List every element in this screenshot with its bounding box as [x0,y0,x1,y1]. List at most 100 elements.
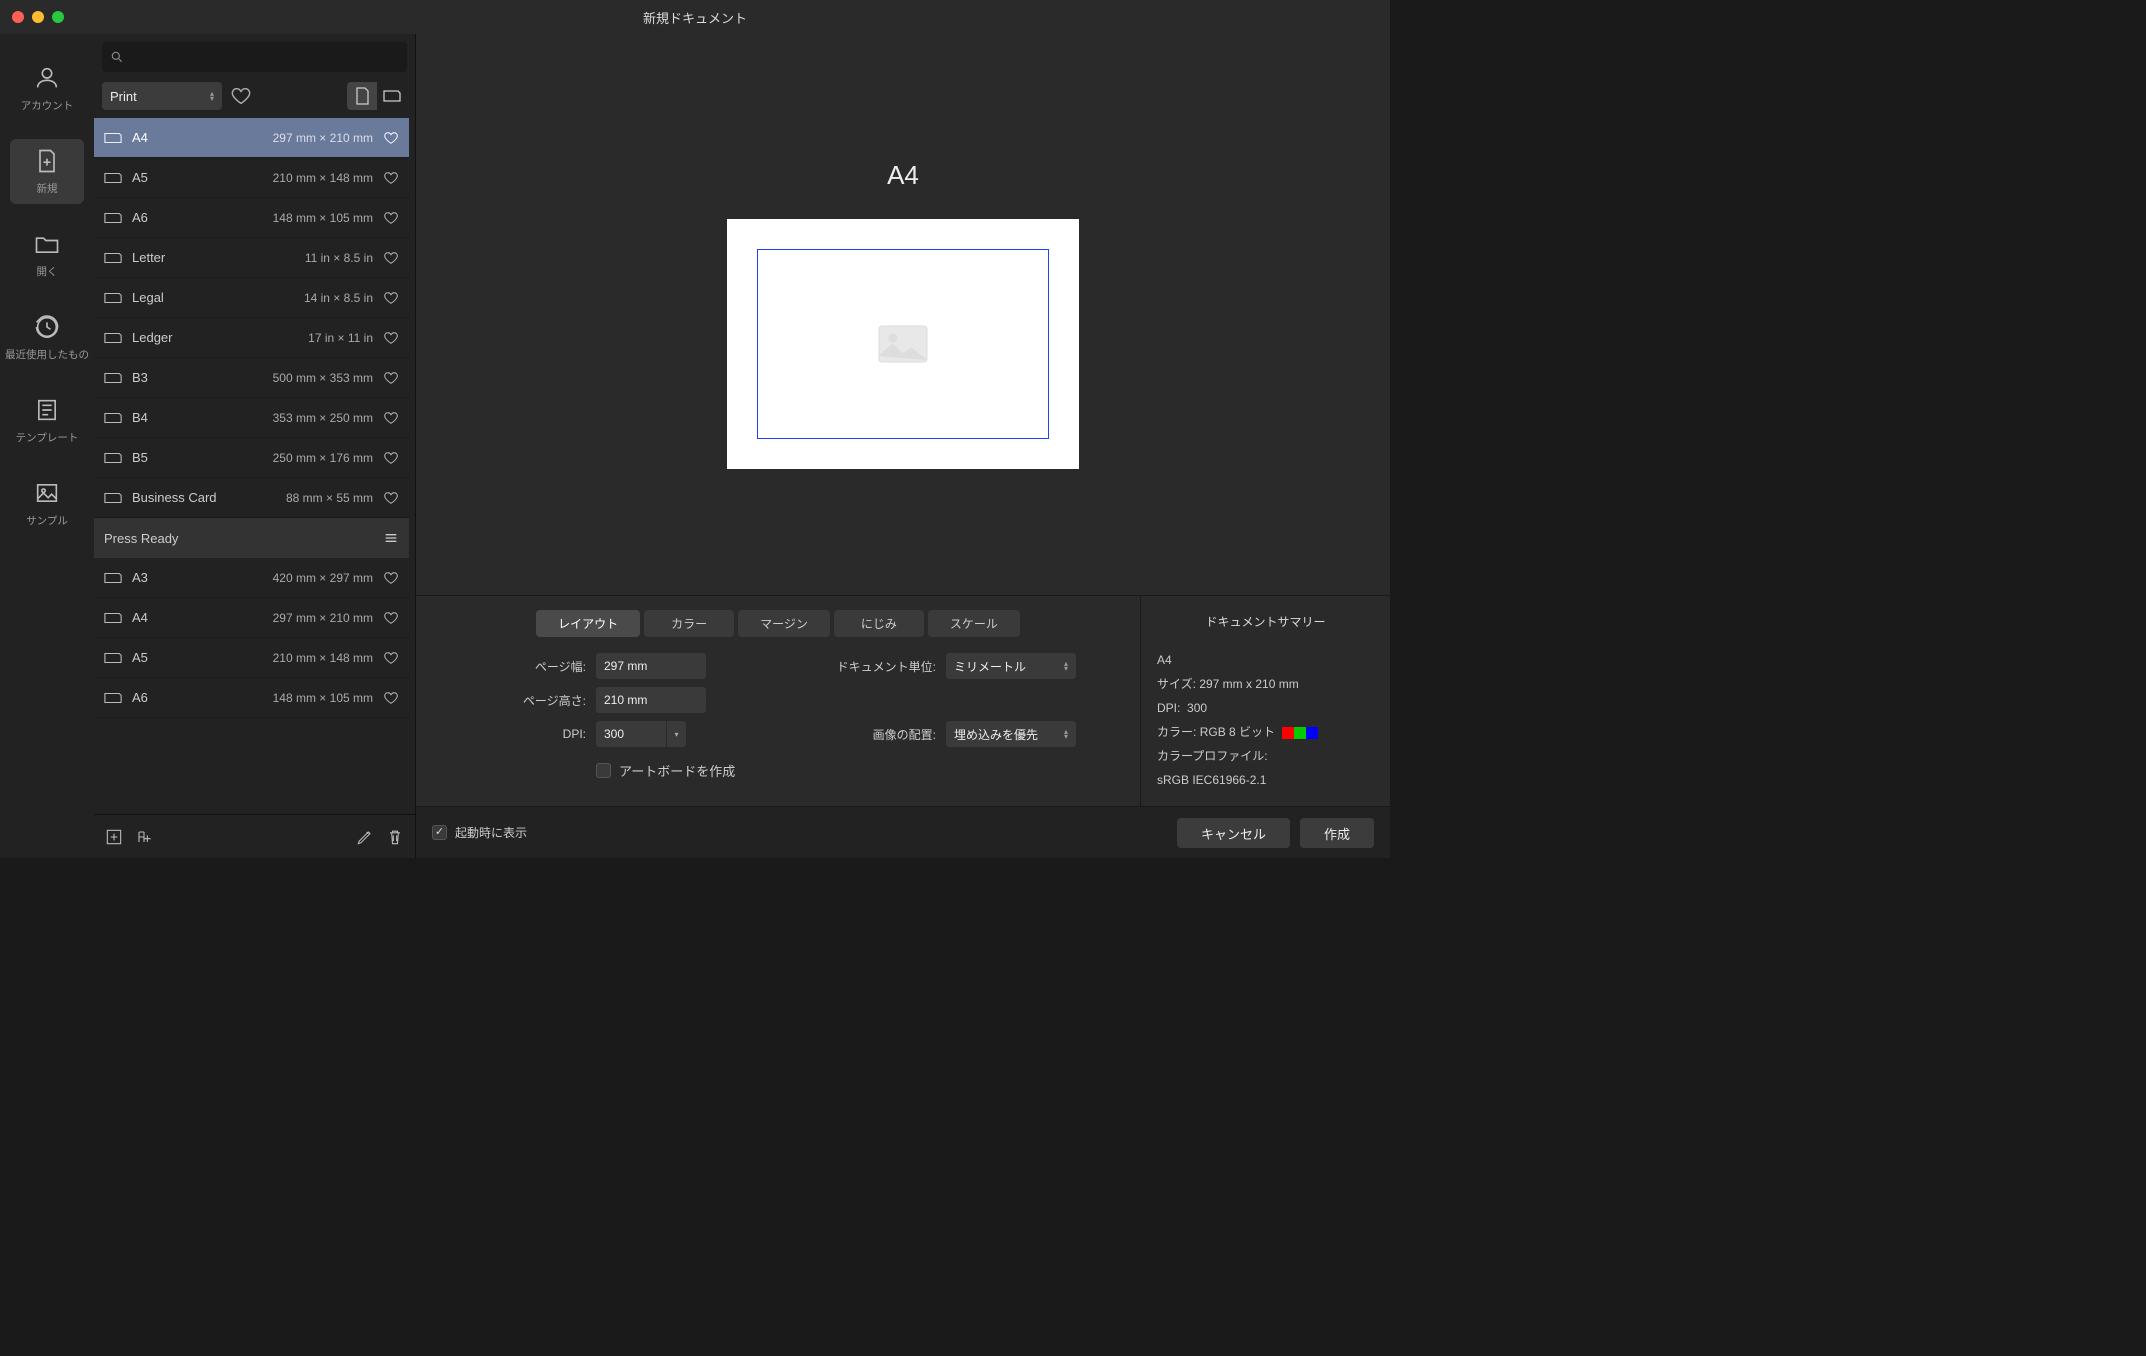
preset-dims: 17 in × 11 in [182,331,373,345]
preset-search-input[interactable] [130,50,399,64]
orientation-landscape[interactable] [377,82,407,110]
favorite-icon[interactable] [383,610,399,626]
artboard-checkbox[interactable] [596,763,611,778]
rail-sample[interactable]: サンプル [10,471,84,536]
preset-item[interactable]: B4353 mm × 250 mm [94,398,409,438]
tab-color[interactable]: カラー [644,610,734,637]
preset-name: A5 [132,170,148,185]
page-width-label: ページ幅: [436,658,586,675]
preset-list[interactable]: A4297 mm × 210 mmA5210 mm × 148 mmA6148 … [94,118,415,814]
image-placement-select[interactable]: 埋め込みを優先▴▾ [946,721,1076,747]
preset-item[interactable]: A5 210 mm × 148 mm [94,158,409,198]
favorite-icon[interactable] [383,370,399,386]
preset-item[interactable]: B5250 mm × 176 mm [94,438,409,478]
template-icon [33,396,61,424]
rail-template[interactable]: テンプレート [10,388,84,453]
cancel-button[interactable]: キャンセル [1177,818,1290,848]
portrait-icon [355,87,369,105]
dpi-input[interactable] [596,721,666,747]
summary-dpi: DPI: 300 [1157,696,1374,720]
tab-margin[interactable]: マージン [738,610,830,637]
preset-item[interactable]: A4297 mm × 210 mm [94,598,409,638]
favorite-icon[interactable] [383,410,399,426]
preset-dims: 420 mm × 297 mm [158,571,373,585]
settings-tabs: レイアウト カラー マージン にじみ スケール [436,610,1120,637]
page-preview [727,219,1079,469]
rail-account[interactable]: アカウント [10,56,84,121]
search-icon [110,50,124,64]
maximize-window[interactable] [52,11,64,23]
page-width-input[interactable] [596,653,706,679]
summary-heading: ドキュメントサマリー [1157,610,1374,634]
preset-name: B3 [132,370,148,385]
preset-dims: 210 mm × 148 mm [158,651,373,665]
tab-bleed[interactable]: にじみ [834,610,924,637]
preset-item[interactable]: Ledger17 in × 11 in [94,318,409,358]
favorite-icon[interactable] [383,490,399,506]
sidebar-rail: アカウント 新規 開く 最近使用したもの テンプレート サンプル [0,34,94,858]
landscape-icon [383,89,401,103]
preset-name: B5 [132,450,148,465]
add-category-icon[interactable] [134,827,154,847]
tab-layout[interactable]: レイアウト [536,610,640,637]
show-on-startup-checkbox[interactable] [432,825,447,840]
favorite-icon[interactable] [383,570,399,586]
favorite-icon[interactable] [383,330,399,346]
preset-item[interactable]: A6148 mm × 105 mm [94,678,409,718]
preset-item[interactable]: Letter11 in × 8.5 in [94,238,409,278]
preset-item[interactable]: Legal14 in × 8.5 in [94,278,409,318]
preset-dims: 11 in × 8.5 in [175,251,373,265]
section-press-ready[interactable]: Press Ready [94,518,409,558]
delete-icon[interactable] [385,827,405,847]
favorite-icon[interactable] [383,130,399,146]
rail-new[interactable]: 新規 [10,139,84,204]
titlebar: 新規ドキュメント [0,0,1390,34]
preset-item[interactable]: A3420 mm × 297 mm [94,558,409,598]
favorite-icon[interactable] [383,210,399,226]
chevron-updown-icon: ▴▾ [210,91,214,101]
user-icon [33,64,61,92]
favorite-filter-icon[interactable] [230,85,252,107]
preset-dims: 353 mm × 250 mm [158,411,373,425]
rename-icon[interactable] [355,827,375,847]
favorite-icon[interactable] [383,250,399,266]
favorite-icon[interactable] [383,170,399,186]
category-select[interactable]: Print ▴▾ [102,82,222,110]
create-button[interactable]: 作成 [1300,818,1374,848]
minimize-window[interactable] [32,11,44,23]
rail-open[interactable]: 開く [10,222,84,287]
preset-dims: 210 mm × 148 mm [158,171,373,185]
preset-dims: 297 mm × 210 mm [158,611,373,625]
preview-area: A4 [416,34,1390,595]
show-on-startup[interactable]: 起動時に表示 [432,824,527,841]
favorite-icon[interactable] [383,690,399,706]
preset-dims: 500 mm × 353 mm [158,371,373,385]
preset-search[interactable] [102,42,407,72]
rail-recent[interactable]: 最近使用したもの [10,305,84,370]
summary-profile-label: カラープロファイル: [1157,744,1374,768]
page-height-input[interactable] [596,687,706,713]
tab-scale[interactable]: スケール [928,610,1020,637]
preset-name: Legal [132,290,164,305]
chevron-updown-icon: ▴▾ [1064,729,1068,739]
preset-item[interactable]: A5210 mm × 148 mm [94,638,409,678]
summary-color: カラー: RGB 8 ビット [1157,720,1374,744]
doc-units-select[interactable]: ミリメートル▴▾ [946,653,1076,679]
add-preset-icon[interactable] [104,827,124,847]
preset-item[interactable]: A6148 mm × 105 mm [94,198,409,238]
preset-item[interactable]: Business Card88 mm × 55 mm [94,478,409,518]
orientation-portrait[interactable] [347,82,377,110]
doc-units-label: ドキュメント単位: [816,658,936,675]
preset-item[interactable]: B3 500 mm × 353 mm [94,358,409,398]
close-window[interactable] [12,11,24,23]
favorite-icon[interactable] [383,650,399,666]
favorite-icon[interactable] [383,290,399,306]
summary-profile-value: sRGB IEC61966-2.1 [1157,768,1374,792]
favorite-icon[interactable] [383,450,399,466]
artboard-label: アートボードを作成 [619,761,735,780]
preset-item[interactable]: A4297 mm × 210 mm [94,118,409,158]
dpi-dropdown[interactable]: ▾ [666,721,686,747]
new-file-icon [33,147,61,175]
image-icon [33,479,61,507]
preset-name: A4 [132,130,148,145]
